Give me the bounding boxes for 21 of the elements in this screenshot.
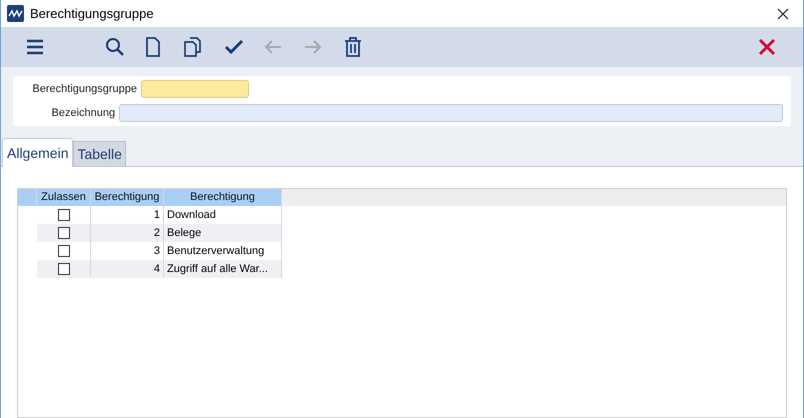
column-header[interactable]: Berechtigung — [164, 189, 282, 206]
checkbox[interactable] — [58, 263, 70, 275]
table-cell: Zugriff auf alle War... — [164, 260, 282, 278]
tab[interactable]: Allgemein — [2, 138, 74, 167]
table-cell: 4 — [91, 260, 164, 278]
checkbox[interactable] — [58, 209, 70, 221]
window-title: Berechtigungsgruppe — [30, 4, 154, 23]
checkbox[interactable] — [58, 245, 70, 257]
field-label: Bezeichnung — [50, 106, 116, 121]
table-row[interactable]: 2 Belege — [37, 224, 282, 242]
cancel-button[interactable] — [756, 36, 778, 58]
input-field[interactable] — [141, 80, 249, 98]
input-field[interactable] — [119, 104, 783, 122]
app-logo-icon — [7, 5, 24, 22]
close-icon[interactable] — [777, 8, 789, 20]
field-label: Berechtigungsgruppe — [31, 82, 137, 97]
table-row[interactable]: 4 Zugriff auf alle War... — [37, 260, 282, 278]
column-header[interactable]: Berechtigung — [91, 189, 164, 206]
column-header[interactable]: Zulassen — [37, 189, 91, 206]
checkbox[interactable] — [58, 227, 70, 239]
tab[interactable]: Tabelle — [73, 141, 126, 166]
